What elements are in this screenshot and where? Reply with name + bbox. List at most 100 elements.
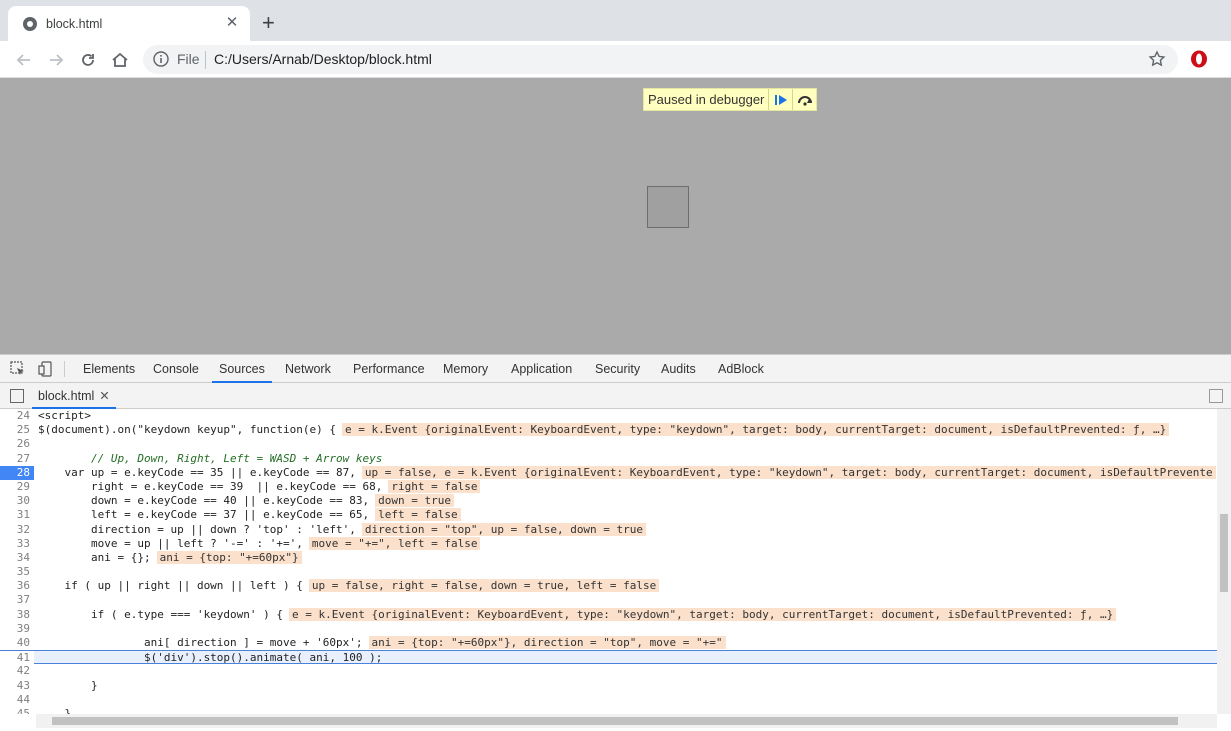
tab-network[interactable]: Network: [283, 355, 333, 383]
back-icon[interactable]: [14, 50, 34, 70]
code-text: if ( e.type === 'keydown' ) {e = k.Event…: [38, 607, 1117, 622]
code-line: 25 $(document).on("keydown keyup", functi…: [0, 423, 1217, 438]
source-text: $(document).on("keydown keyup", function…: [38, 423, 337, 437]
line-number[interactable]: 35: [0, 565, 34, 580]
code-line: 34 ani = {}; ani = {top: "+=60px"}: [0, 550, 1217, 566]
source-text: }: [38, 678, 98, 692]
line-number[interactable]: 29: [0, 479, 34, 495]
url-text[interactable]: C:/Users/Arnab/Desktop/block.html: [214, 51, 432, 67]
source-text: $('div').stop().animate( ani, 100 );: [38, 651, 383, 665]
line-number[interactable]: 25: [0, 423, 34, 438]
line-number[interactable]: 36: [0, 579, 34, 594]
devtools-tabbar: Elements Console Sources Network Perform…: [0, 355, 1231, 383]
code-text: ani[ direction ] = move + '60px'; ani = {…: [38, 636, 726, 650]
tab-performance[interactable]: Performance: [351, 355, 427, 383]
forward-icon[interactable]: [46, 50, 66, 70]
browser-tab[interactable]: block.html ✕: [8, 6, 250, 41]
resume-icon[interactable]: [768, 89, 792, 110]
source-text: var up = e.keyCode == 35 || e.keyCode ==…: [38, 465, 356, 479]
line-number[interactable]: 38: [0, 607, 34, 622]
inline-variable-value: ani = {top: "+=60px"}: [156, 550, 302, 564]
step-over-icon[interactable]: [792, 89, 816, 110]
source-text: direction = up || down ? 'top' : 'left',: [38, 522, 356, 536]
source-text: if ( up || right || down || left ) {: [38, 579, 303, 593]
code-line: 36 if ( up || right || down || left ) { u…: [0, 579, 1217, 594]
debugger-sidebar-toggle-icon[interactable]: [1209, 389, 1223, 403]
inline-variable-value: direction = "top", up = false, down = tr…: [361, 522, 647, 536]
line-number[interactable]: 31: [0, 508, 34, 523]
home-icon[interactable]: [110, 50, 130, 70]
source-text: down = e.keyCode == 40 || e.keyCode == 8…: [38, 494, 370, 508]
line-number[interactable]: 41: [0, 651, 34, 666]
tab-title: block.html: [46, 16, 103, 31]
navigator-toggle-icon[interactable]: [10, 389, 24, 403]
line-number[interactable]: 44: [0, 692, 34, 707]
inline-variable-value: left = false: [375, 508, 461, 522]
code-editor[interactable]: 24 <script> 25 $(document).on("keydown keyu…: [0, 409, 1217, 714]
tab-audits[interactable]: Audits: [659, 355, 698, 383]
bookmark-star-icon[interactable]: [1148, 50, 1166, 68]
tab-console[interactable]: Console: [151, 355, 201, 383]
line-number[interactable]: 45: [0, 706, 34, 714]
code-text: right = e.keyCode == 39 || e.keyCode == …: [38, 479, 481, 494]
line-number[interactable]: 33: [0, 536, 34, 551]
address-bar[interactable]: File C:/Users/Arnab/Desktop/block.html: [143, 45, 1178, 74]
info-icon[interactable]: [153, 51, 169, 67]
code-text: left = e.keyCode == 37 || e.keyCode == 6…: [38, 508, 461, 522]
device-toolbar-icon[interactable]: [38, 361, 54, 377]
source-text: ani[ direction ] = move + '60px';: [38, 636, 363, 649]
opera-extension-icon[interactable]: [1190, 50, 1208, 68]
line-number[interactable]: 40: [0, 636, 34, 651]
code-text: $(document).on("keydown keyup", function…: [38, 423, 1170, 437]
code-line: 35: [0, 565, 1217, 580]
tab-security[interactable]: Security: [593, 355, 642, 383]
inline-variable-value: up = false, right = false, down = true, …: [308, 579, 660, 593]
code-text: var up = e.keyCode == 35 || e.keyCode ==…: [38, 465, 1216, 480]
paused-label: Paused in debugger: [648, 92, 765, 107]
vertical-scrollbar[interactable]: [1217, 409, 1231, 714]
code-line: 26: [0, 437, 1217, 452]
vertical-scrollbar-thumb[interactable]: [1220, 514, 1228, 592]
browser-toolbar: File C:/Users/Arnab/Desktop/block.html: [0, 41, 1231, 78]
code-text: <script>: [38, 409, 91, 423]
line-number[interactable]: 34: [0, 550, 34, 566]
page-viewport: Paused in debugger: [0, 78, 1231, 354]
tab-application[interactable]: Application: [509, 355, 574, 383]
line-number[interactable]: 43: [0, 678, 34, 693]
line-number[interactable]: 26: [0, 437, 34, 452]
source-text: left = e.keyCode == 37 || e.keyCode == 6…: [38, 508, 370, 522]
tab-close-icon[interactable]: ✕: [224, 15, 240, 31]
line-number[interactable]: 39: [0, 621, 34, 637]
source-text: ani = {};: [38, 550, 151, 564]
inspect-element-icon[interactable]: [10, 361, 26, 377]
line-number[interactable]: 30: [0, 494, 34, 509]
code-text: $('div').stop().animate( ani, 100 );: [38, 651, 382, 665]
breakpoint-marker[interactable]: 28: [0, 465, 34, 480]
line-number[interactable]: 27: [0, 451, 34, 466]
horizontal-scrollbar-thumb[interactable]: [52, 717, 1178, 725]
horizontal-scrollbar[interactable]: [36, 714, 1217, 728]
code-line: 37: [0, 593, 1217, 608]
source-text: // Up, Down, Right, Left = WASD + Arrow …: [38, 451, 383, 465]
animated-block: [647, 186, 689, 228]
tab-adblock[interactable]: AdBlock: [716, 355, 766, 383]
code-line: 27 // Up, Down, Right, Left = WASD + Arr…: [0, 451, 1217, 466]
line-number[interactable]: 42: [0, 664, 34, 679]
new-tab-button[interactable]: +: [262, 12, 275, 34]
close-file-icon[interactable]: ✕: [99, 389, 109, 403]
devtools-panel: Elements Console Sources Network Perform…: [0, 354, 1231, 731]
source-text: if ( e.type === 'keydown' ) {: [38, 607, 284, 621]
line-number[interactable]: 24: [0, 409, 34, 424]
tab-memory[interactable]: Memory: [441, 355, 490, 383]
inline-variable-value: right = false: [388, 479, 481, 493]
code-line: 39: [0, 621, 1217, 637]
tab-sources[interactable]: Sources: [212, 355, 272, 383]
code-text: }: [38, 707, 71, 714]
line-number[interactable]: 32: [0, 522, 34, 537]
omnibox-divider: [205, 51, 206, 69]
tab-elements[interactable]: Elements: [81, 355, 137, 383]
reload-icon[interactable]: [78, 50, 98, 70]
open-file-tab[interactable]: block.html ✕: [32, 383, 116, 409]
line-number[interactable]: 37: [0, 593, 34, 608]
code-line: 24 <script>: [0, 409, 1217, 424]
